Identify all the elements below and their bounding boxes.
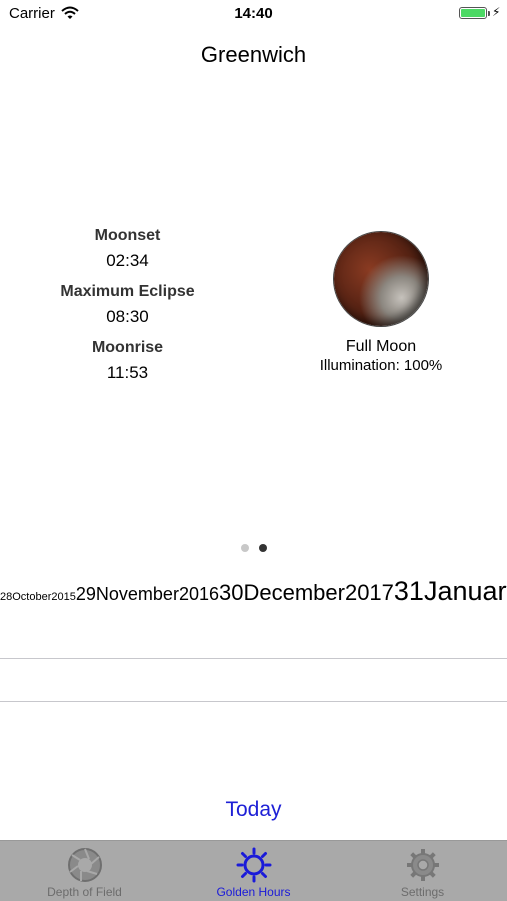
picker-month-option[interactable]: December (243, 580, 344, 605)
page-indicator[interactable] (0, 539, 507, 557)
sun-icon (236, 847, 272, 883)
status-bar: Carrier 14:40 ⚡ (0, 0, 507, 28)
moon-illumination: Illumination: 100% (319, 357, 443, 374)
date-picker[interactable]: 28October201529November201630December201… (0, 578, 507, 773)
maximum-eclipse-time: 08:30 (106, 307, 149, 326)
gear-icon (407, 849, 439, 881)
tab-golden-hours[interactable]: Golden Hours (169, 841, 338, 901)
moon-phase: Full Moon (345, 338, 417, 355)
tab-bar: Depth of Field Golden Hours Settings (0, 840, 507, 901)
picker-month-option[interactable]: January (424, 578, 507, 606)
picker-month-option[interactable]: October (12, 591, 51, 603)
moonrise-time: 11:53 (106, 363, 149, 382)
tab-settings-label: Settings (400, 885, 445, 899)
picker-day-option[interactable]: 31 (394, 578, 424, 606)
picker-year-option[interactable]: 2016 (179, 584, 219, 604)
picker-year-option[interactable]: 2017 (345, 580, 394, 605)
moon-events: Moonset 02:34 Maximum Eclipse 08:30 Moon… (20, 224, 235, 392)
maximum-eclipse-label: Maximum Eclipse (60, 283, 195, 300)
moonset-time: 02:34 (106, 251, 149, 270)
picker-selection-top-line (0, 658, 507, 659)
moon-info: Full Moon Illumination: 100% (296, 232, 466, 374)
aperture-icon (68, 848, 102, 882)
today-button[interactable]: Today (0, 798, 507, 822)
moonrise-label: Moonrise (91, 339, 164, 356)
picker-selection-bottom-line (0, 701, 507, 702)
moonset-label: Moonset (94, 227, 161, 244)
battery-tip (488, 11, 490, 16)
picker-day-option[interactable]: 29 (76, 584, 96, 604)
tab-depth-of-field-label: Depth of Field (47, 885, 122, 899)
charging-icon: ⚡ (492, 5, 501, 19)
picker-month-option[interactable]: November (96, 584, 179, 604)
page-dot-2[interactable] (258, 544, 267, 552)
tab-depth-of-field[interactable]: Depth of Field (0, 841, 169, 901)
picker-day-option[interactable]: 30 (219, 580, 243, 605)
status-time: 14:40 (234, 5, 273, 22)
picker-day-option[interactable]: 28 (0, 591, 12, 603)
tab-settings[interactable]: Settings (338, 841, 507, 901)
tab-golden-hours-label: Golden Hours (216, 885, 291, 899)
location-title: Greenwich (200, 42, 307, 67)
battery-icon (459, 7, 487, 19)
picker-year-option[interactable]: 2015 (51, 591, 75, 603)
page-dot-1[interactable] (240, 544, 249, 552)
moon-image (334, 232, 428, 326)
